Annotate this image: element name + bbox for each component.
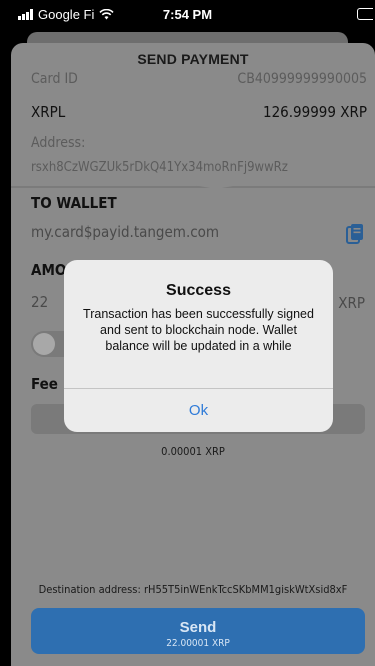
alert-ok-button[interactable]: Ok — [64, 389, 333, 432]
destination-address: Destination address: rH55T5inWEnkTccSKbM… — [38, 583, 348, 596]
to-wallet-label: TO WALLET — [31, 194, 117, 212]
alert-title: Success — [166, 282, 231, 299]
status-bar: Google Fi 7:54 PM — [0, 0, 375, 30]
alert-message: Transaction has been successfully signed… — [83, 307, 314, 353]
fee-value: 0.00001 XRP — [161, 445, 225, 458]
send-button-label: Send — [179, 618, 217, 636]
send-button-amount: 22.00001 XRP — [166, 637, 230, 649]
to-wallet-input[interactable] — [31, 223, 331, 241]
toggle-knob — [33, 333, 55, 355]
card-id-row: Card ID CB40999999990005 — [31, 71, 367, 87]
address-value-row: rsxh8CzWGZUk5rDkQ41Yx34moRnFj9wwRz — [31, 160, 367, 175]
card-id-label: Card ID — [31, 71, 78, 87]
send-button[interactable]: Send 22.00001 XRP — [31, 608, 365, 654]
page-title: SEND PAYMENT — [137, 51, 249, 67]
fee-label: Fee — [31, 375, 58, 393]
address-value: rsxh8CzWGZUk5rDkQ41Yx34moRnFj9wwRz — [31, 160, 288, 175]
battery-icon — [357, 8, 373, 20]
network-label: XRPL — [31, 103, 66, 121]
divider-notch — [171, 181, 261, 189]
status-time: 7:54 PM — [162, 7, 213, 22]
success-alert: Success Transaction has been successfull… — [64, 260, 333, 432]
balance-row: XRPL 126.99999 XRP — [31, 103, 367, 121]
address-label-row: Address: — [31, 135, 367, 151]
amount-label: AMO — [31, 261, 67, 279]
amount-unit: XRP — [338, 294, 365, 312]
balance-value: 126.99999 XRP — [263, 103, 367, 121]
address-label: Address: — [31, 135, 86, 151]
paste-clipboard-icon[interactable] — [346, 223, 364, 245]
card-id-value: CB40999999990005 — [237, 71, 367, 87]
